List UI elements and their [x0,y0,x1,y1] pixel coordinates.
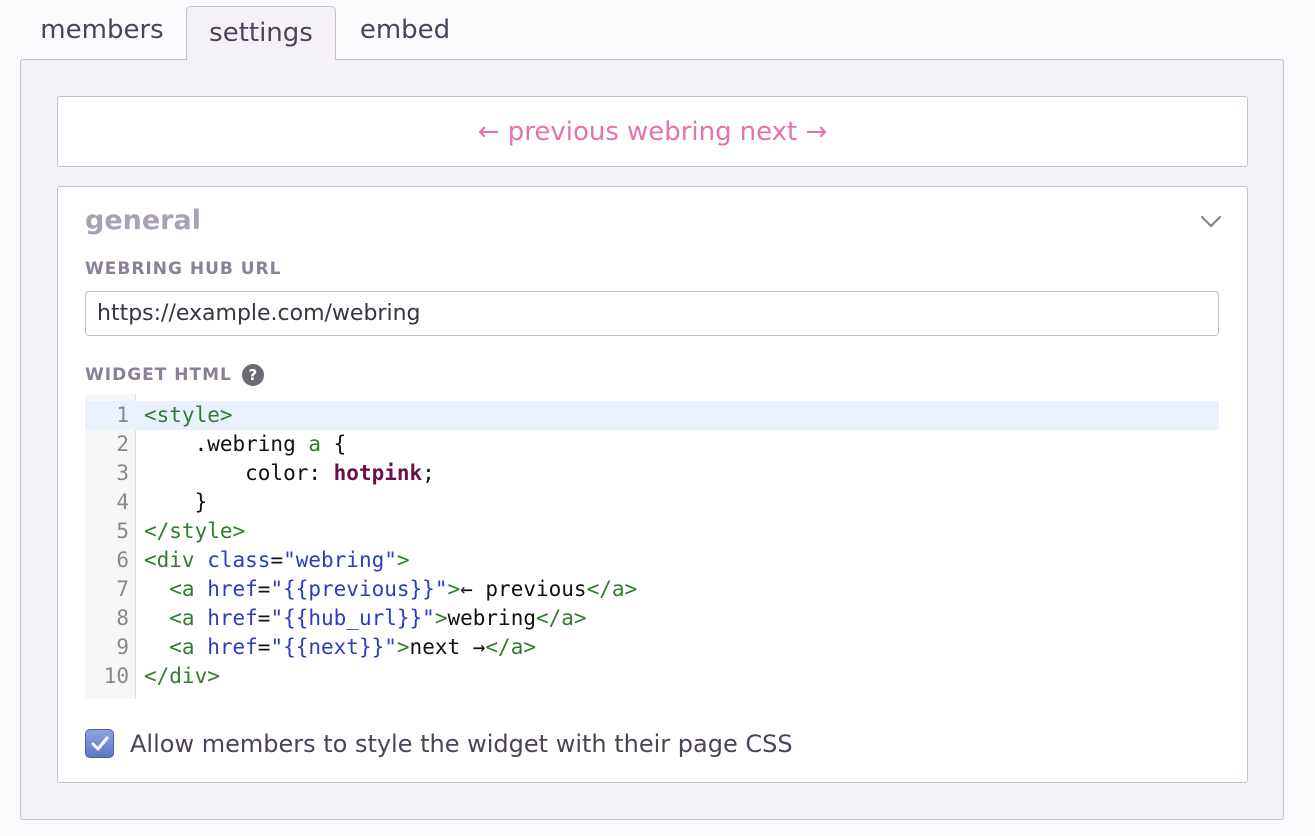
code-token: = [257,577,271,601]
code-token: color: [144,461,334,485]
widget-html-label-text: WIDGET HTML [85,365,232,385]
allow-css-checkbox[interactable] [85,729,114,758]
line-number: 10 [103,664,129,688]
section-title: general [85,205,201,236]
code-text: .webring a { [144,430,347,459]
code-token: } [144,490,208,514]
tab-members[interactable]: members [22,8,182,60]
code-text: </div> [144,662,220,691]
code-token: ← previous [460,577,587,601]
line-number: 4 [116,490,129,514]
line-number: 8 [116,606,129,630]
chevron-down-icon[interactable] [1199,209,1223,233]
code-token: > [396,635,410,659]
code-text: } [144,488,208,517]
code-text: color: hotpink; [144,459,435,488]
code-token: = [257,635,271,659]
code-token: > [447,577,461,601]
code-token: </a> [485,635,536,659]
line-number: 9 [116,635,129,659]
widget-preview: ← previous webring next → [57,96,1248,167]
code-token: </a> [586,577,638,601]
code-text: <style> [144,401,233,430]
allow-css-row: Allow members to style the widget with t… [85,729,793,758]
code-token: a [308,432,322,456]
code-token: > [434,606,448,630]
editor-line[interactable]: 7 <a href="{{previous}}">← previous</a> [85,575,1219,604]
tab-embed[interactable]: embed [340,8,470,60]
help-icon[interactable]: ? [241,364,264,386]
line-number: 3 [116,461,129,485]
code-text: <a href="{{next}}">next →</a> [144,633,536,662]
editor-line[interactable]: 1 <style> [85,401,1219,430]
code-token: next → [409,635,486,659]
editor-line[interactable]: 5 </style> [85,517,1219,546]
code-token: </div> [144,664,220,688]
code-token: <a [144,635,208,659]
code-token: "{{hub_url}}" [270,606,435,630]
preview-next-link[interactable]: next → [740,117,828,147]
code-token: "{{previous}}" [270,577,448,601]
code-token: class [207,548,271,572]
code-text: <a href="{{previous}}">← previous</a> [144,575,637,604]
code-token: <style> [144,403,233,427]
widget-html-editor[interactable]: 1 <style> 2 .webring a {3 color: hotpink; 4… [85,394,1219,699]
editor-line[interactable]: 8 <a href="{{hub_url}}">webring</a> [85,604,1219,633]
code-text: <div class="webring"> [144,546,410,575]
code-token: > [396,548,410,572]
code-token: <div [144,548,208,572]
code-token: </style> [144,519,246,543]
editor-line[interactable]: 10 </div> [85,662,1219,691]
code-token: <a [144,606,208,630]
code-token: = [270,548,284,572]
code-token: href [207,606,258,630]
tab-settings[interactable]: settings [186,6,336,60]
editor-line[interactable]: 9 <a href="{{next}}">next →</a> [85,633,1219,662]
settings-panel: ← previous webring next → general WEBRIN… [20,59,1284,820]
preview-hub-link[interactable]: webring [627,117,732,147]
line-number: 6 [116,548,129,572]
general-section: general WEBRING HUB URL WIDGET HTML ? 1 <… [57,186,1248,783]
editor-line[interactable]: 3 color: hotpink; [85,459,1219,488]
editor-line[interactable]: 4 } [85,488,1219,517]
hub-url-input[interactable] [85,291,1219,336]
check-icon [91,736,108,750]
code-token: ; [422,461,435,485]
hub-url-label: WEBRING HUB URL [85,259,282,279]
allow-css-label: Allow members to style the widget with t… [130,729,793,758]
code-token: webring [447,606,536,630]
code-token: "webring" [283,548,397,572]
editor-line[interactable]: 2 .webring a { [85,430,1219,459]
editor-line[interactable]: 6 <div class="webring"> [85,546,1219,575]
code-token: { [321,432,347,456]
widget-html-label: WIDGET HTML ? [85,364,264,386]
code-text: <a href="{{hub_url}}">webring</a> [144,604,587,633]
code-text: </style> [144,517,245,546]
code-token: hotpink [333,461,423,485]
code-token: "{{next}}" [270,635,397,659]
code-token: href [207,635,258,659]
line-number: 7 [116,577,129,601]
line-number: 2 [116,432,129,456]
code-token: = [257,606,271,630]
code-token: href [207,577,258,601]
code-token: <a [144,577,208,601]
code-token: </a> [536,606,587,630]
preview-previous-link[interactable]: ← previous [478,117,619,147]
line-number: 1 [116,403,129,427]
line-number: 5 [116,519,129,543]
code-token: .webring [144,432,309,456]
